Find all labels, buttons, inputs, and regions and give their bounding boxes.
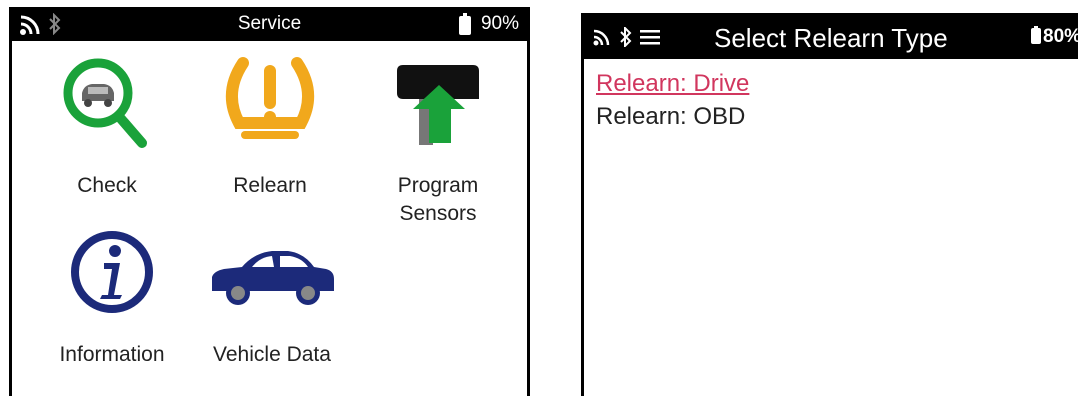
relearn-drive-option[interactable]: Relearn: Drive: [596, 70, 749, 98]
bluetooth-icon: [620, 25, 632, 52]
program-sensors-menu-item[interactable]: Program Sensors: [363, 51, 513, 225]
select-relearn-type-screen: Select Relearn Type 80% Relearn: Drive R…: [581, 13, 1078, 396]
battery-icon: [1031, 26, 1041, 49]
battery-level: 90%: [480, 13, 519, 34]
vehicle-data-label: Vehicle Data: [213, 343, 331, 366]
menu-icon[interactable]: [640, 29, 660, 50]
signal-icon: [593, 28, 613, 51]
car-icon: [197, 243, 347, 318]
service-screen: Service 90% Check Relearn Program Sensor…: [9, 7, 530, 396]
program-sensors-label: Program Sensors: [397, 174, 479, 225]
tire-pressure-warning-icon: [195, 53, 345, 158]
relearn-obd-option[interactable]: Relearn: OBD: [596, 103, 745, 131]
magnifier-car-icon: [32, 51, 182, 156]
information-menu-item[interactable]: Information: [37, 229, 187, 369]
sensor-program-icon: [363, 55, 513, 160]
information-label: Information: [59, 343, 165, 366]
status-bar: Select Relearn Type 80%: [584, 13, 1078, 59]
screen-title: Service: [237, 13, 302, 34]
check-menu-item[interactable]: Check: [32, 51, 182, 201]
status-bar: Service 90%: [12, 7, 527, 41]
battery-icon: [459, 13, 471, 40]
info-icon: [37, 229, 187, 320]
relearn-menu-item[interactable]: Relearn: [195, 51, 345, 201]
vehicle-data-menu-item[interactable]: Vehicle Data: [197, 229, 347, 369]
check-label: Check: [77, 174, 137, 197]
screen-title: Select Relearn Type: [714, 23, 948, 53]
relearn-label: Relearn: [233, 174, 307, 197]
battery-level: 80%: [1043, 26, 1078, 47]
